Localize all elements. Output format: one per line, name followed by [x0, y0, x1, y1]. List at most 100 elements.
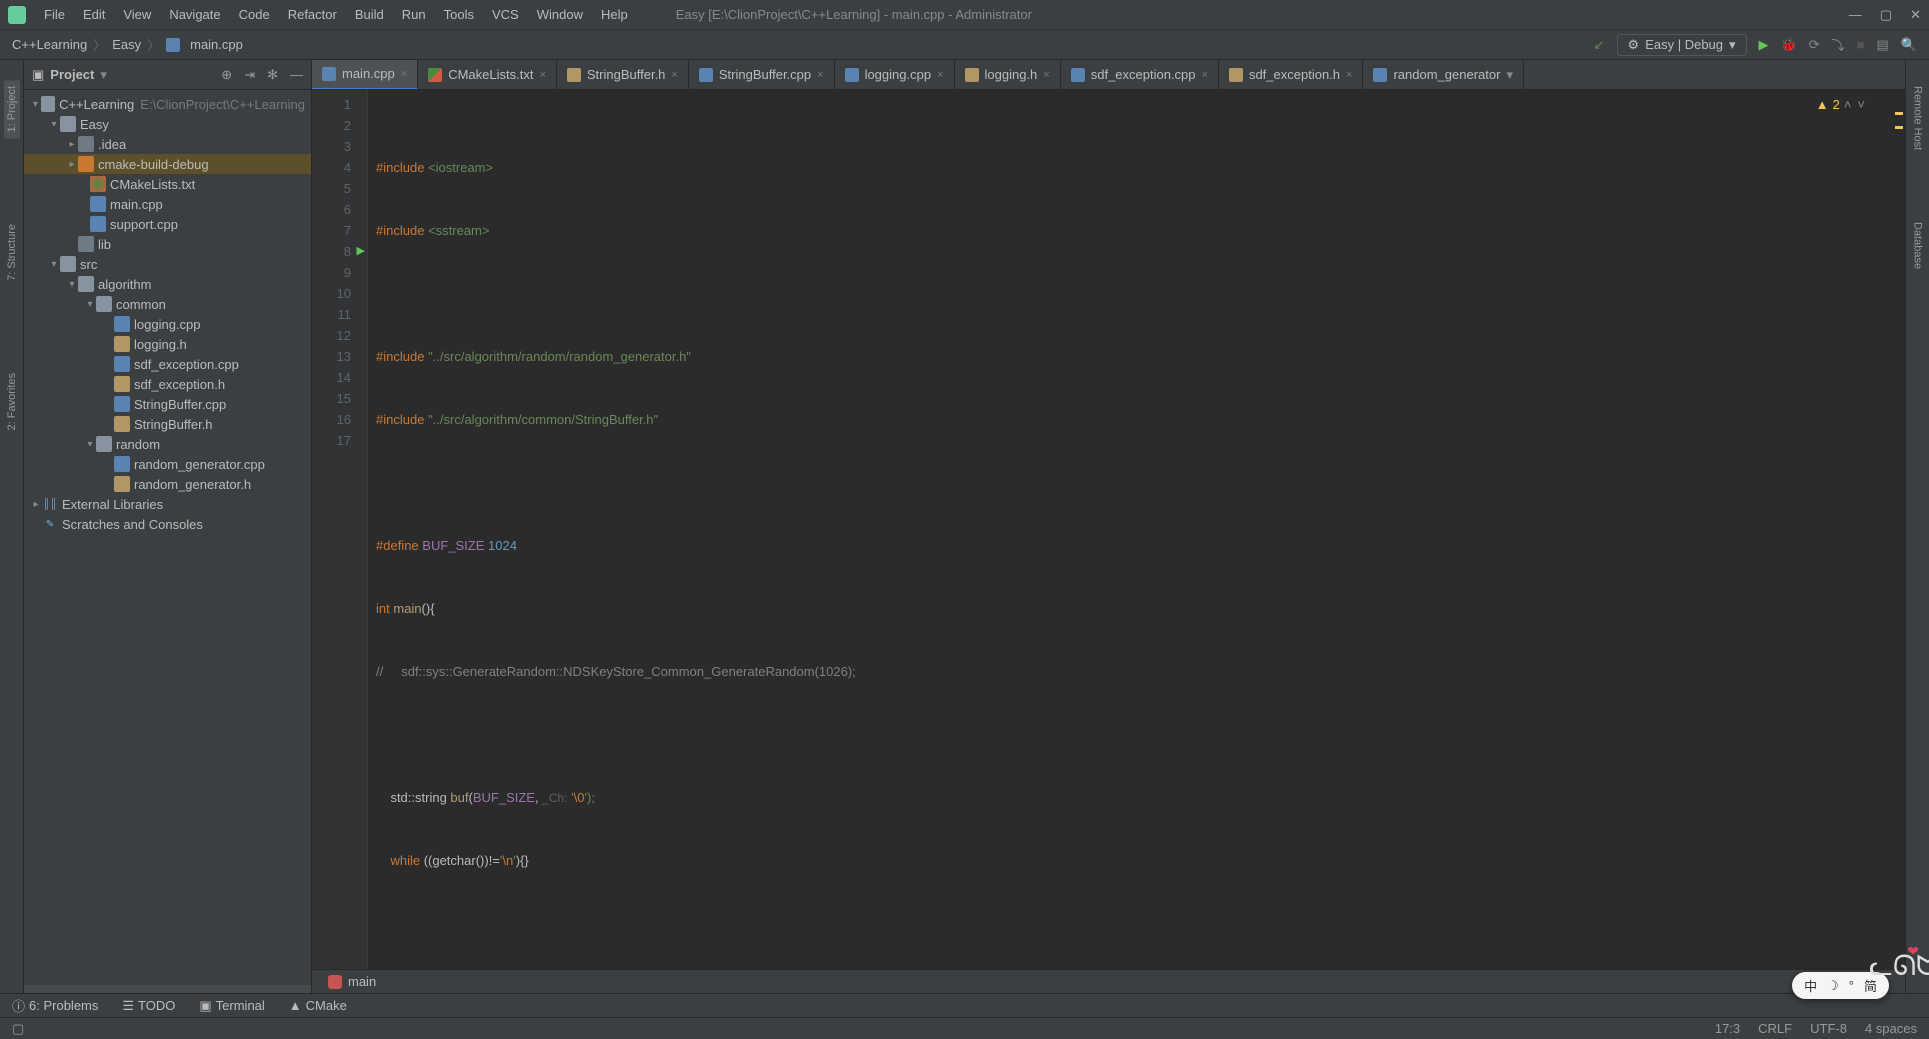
hide-icon[interactable]: — [290, 67, 303, 83]
breadcrumb-module[interactable]: Easy [112, 37, 141, 52]
tree-item-lib[interactable]: lib [24, 234, 311, 254]
run-coverage-icon[interactable]: ⟳ [1809, 37, 1820, 53]
stripe-favorites[interactable]: 2: Favorites [4, 367, 20, 436]
tree-item-rgcpp[interactable]: random_generator.cpp [24, 454, 311, 474]
project-scrollbar[interactable] [24, 985, 311, 993]
tab-loggingh[interactable]: logging.h× [955, 60, 1061, 90]
collapse-icon[interactable]: ▾ [66, 279, 78, 290]
menu-help[interactable]: Help [593, 4, 636, 25]
tab-sdfexh[interactable]: sdf_exception.h× [1219, 60, 1364, 90]
tab-loggingcpp[interactable]: logging.cpp× [835, 60, 955, 90]
tab-sbufh[interactable]: StringBuffer.h× [557, 60, 689, 90]
tool-window-toggle-icon[interactable]: ▢ [12, 1021, 24, 1037]
menu-vcs[interactable]: VCS [484, 4, 527, 25]
close-tab-icon[interactable]: × [401, 68, 407, 80]
tree-item-external[interactable]: ▸ ║║ External Libraries [24, 494, 311, 514]
stop-icon[interactable]: ■ [1857, 37, 1865, 52]
tree-item-common[interactable]: ▾ common [24, 294, 311, 314]
tree-item-maincpp[interactable]: main.cpp [24, 194, 311, 214]
tab-maincpp[interactable]: main.cpp× [312, 60, 418, 90]
close-tab-icon[interactable]: × [1043, 69, 1049, 81]
tree-item-rgh[interactable]: random_generator.h [24, 474, 311, 494]
status-encoding[interactable]: UTF-8 [1810, 1021, 1847, 1036]
menu-navigate[interactable]: Navigate [161, 4, 228, 25]
tab-sdfexcpp[interactable]: sdf_exception.cpp× [1061, 60, 1219, 90]
gutter[interactable]: 1 2 3 4 5 6 7 8 ▶ 9 10 11 12 13 14 15 16… [312, 90, 368, 969]
stripe-structure[interactable]: 7: Structure [4, 218, 20, 287]
minimize-icon[interactable]: — [1849, 7, 1862, 23]
stripe-database[interactable]: Database [1910, 216, 1926, 275]
run-line-icon[interactable]: ▶ [357, 241, 365, 262]
attach-icon[interactable]: ⤵ [1832, 35, 1845, 54]
tool-problems[interactable]: ⓘ6: Problems [12, 996, 98, 1015]
tree-item-easy[interactable]: ▾ Easy [24, 114, 311, 134]
tab-cmakelists[interactable]: CMakeLists.txt× [418, 60, 557, 90]
breadcrumb-project[interactable]: C++Learning [12, 37, 87, 52]
tree-root[interactable]: ▾ C++Learning E:\ClionProject\C++Learnin… [24, 94, 311, 114]
tool-terminal[interactable]: ▣Terminal [199, 998, 264, 1014]
next-icon[interactable]: ˅ [1857, 94, 1865, 115]
project-panel-title[interactable]: Project [50, 67, 94, 82]
tab-sbufcpp[interactable]: StringBuffer.cpp× [689, 60, 835, 90]
prev-icon[interactable]: ˄ [1844, 94, 1852, 115]
search-everywhere-icon[interactable]: 🔍 [1901, 37, 1917, 53]
collapse-icon[interactable]: ▾ [48, 119, 60, 130]
project-tree[interactable]: ▾ C++Learning E:\ClionProject\C++Learnin… [24, 90, 311, 993]
tree-item-sbufh[interactable]: StringBuffer.h [24, 414, 311, 434]
menu-tools[interactable]: Tools [436, 4, 482, 25]
locate-icon[interactable]: ⊕ [221, 67, 232, 83]
tree-item-sbufcpp[interactable]: StringBuffer.cpp [24, 394, 311, 414]
tree-item-loggingh[interactable]: logging.h [24, 334, 311, 354]
settings-icon[interactable]: ✻ [267, 67, 278, 83]
menu-run[interactable]: Run [394, 4, 434, 25]
breadcrumb-file[interactable]: main.cpp [190, 37, 243, 52]
menu-view[interactable]: View [115, 4, 159, 25]
breadcrumb-function[interactable]: main [348, 974, 376, 989]
collapse-icon[interactable]: ▾ [30, 99, 41, 110]
close-tab-icon[interactable]: × [937, 69, 943, 81]
close-tab-icon[interactable]: × [671, 69, 677, 81]
inspection-widget[interactable]: ▲ 2 ˄ ˅ [1816, 94, 1865, 115]
menu-file[interactable]: File [36, 4, 73, 25]
stripe-remote-host[interactable]: Remote Host [1910, 80, 1926, 156]
maximize-icon[interactable]: ▢ [1880, 7, 1892, 23]
build-icon[interactable]: ↙ [1594, 37, 1605, 53]
expand-icon[interactable]: ⇥ [244, 67, 255, 83]
expand-icon[interactable]: ▸ [66, 159, 78, 170]
run-icon[interactable]: ▶ [1759, 37, 1769, 53]
close-icon[interactable]: ✕ [1910, 7, 1921, 23]
menu-code[interactable]: Code [231, 4, 278, 25]
chevron-down-icon[interactable]: ▾ [1506, 67, 1513, 83]
tool-todo[interactable]: ☰TODO [122, 998, 175, 1014]
collapse-icon[interactable]: ▾ [48, 259, 60, 270]
tree-item-scratches[interactable]: ✎ Scratches and Consoles [24, 514, 311, 534]
status-indent[interactable]: 4 spaces [1865, 1021, 1917, 1036]
close-tab-icon[interactable]: × [539, 69, 545, 81]
tree-item-idea[interactable]: ▸ .idea [24, 134, 311, 154]
close-tab-icon[interactable]: × [1346, 69, 1352, 81]
status-position[interactable]: 17:3 [1715, 1021, 1740, 1036]
code-editor[interactable]: ▲ 2 ˄ ˅ #include <iostream> #include <ss… [368, 90, 1905, 969]
collapse-icon[interactable]: ▾ [84, 439, 96, 450]
close-tab-icon[interactable]: × [1202, 69, 1208, 81]
collapse-icon[interactable]: ▾ [84, 299, 96, 310]
menu-refactor[interactable]: Refactor [280, 4, 345, 25]
layout-icon[interactable]: ▤ [1877, 37, 1889, 53]
stripe-project[interactable]: 1: Project [4, 80, 20, 138]
chevron-down-icon[interactable]: ▾ [100, 67, 107, 83]
tree-item-loggingcpp[interactable]: logging.cpp [24, 314, 311, 334]
tool-cmake[interactable]: ▲CMake [289, 998, 347, 1013]
status-line-ending[interactable]: CRLF [1758, 1021, 1792, 1036]
close-tab-icon[interactable]: × [817, 69, 823, 81]
debug-icon[interactable]: 🐞 [1781, 37, 1797, 53]
tree-item-sdfexh[interactable]: sdf_exception.h [24, 374, 311, 394]
menu-edit[interactable]: Edit [75, 4, 113, 25]
run-configuration-selector[interactable]: ⚙ Easy | Debug ▾ [1617, 34, 1747, 56]
tree-item-supportcpp[interactable]: support.cpp [24, 214, 311, 234]
tab-rg[interactable]: random_generator▾ [1363, 60, 1524, 90]
warning-marker[interactable] [1895, 112, 1903, 115]
menu-build[interactable]: Build [347, 4, 392, 25]
warning-marker[interactable] [1895, 126, 1903, 129]
tree-item-cmakelists[interactable]: CMakeLists.txt [24, 174, 311, 194]
expand-icon[interactable]: ▸ [66, 139, 78, 150]
